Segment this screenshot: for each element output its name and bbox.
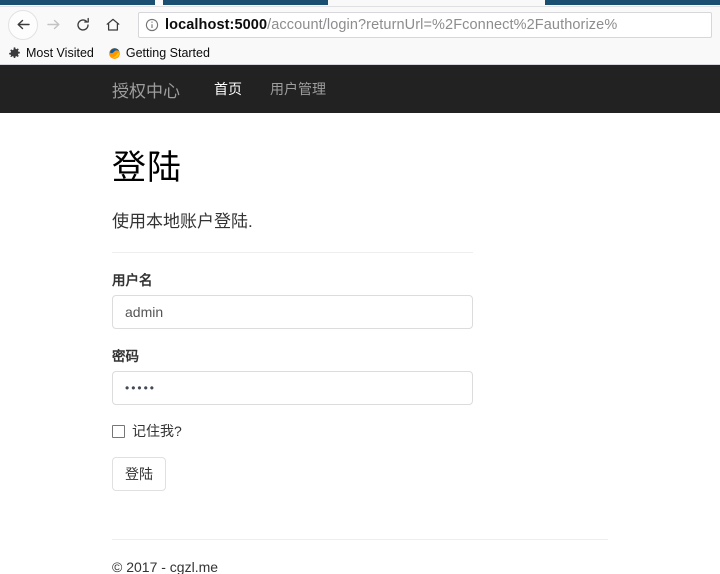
reload-icon: [75, 17, 91, 33]
reload-button[interactable]: [68, 10, 98, 40]
bookmark-label: Most Visited: [26, 46, 94, 60]
firefox-icon: [108, 47, 121, 60]
back-arrow-icon: [15, 16, 32, 33]
footer-copyright: © 2017 - cgzl.me: [112, 559, 219, 574]
page-viewport: 授权中心 首页 用户管理 登陆 使用本地账户登陆. 用户名 密码 记住我? 登陆…: [0, 65, 720, 574]
login-submit-button[interactable]: 登陆: [112, 457, 166, 491]
address-bar[interactable]: localhost:5000/account/login?returnUrl=%…: [138, 11, 712, 38]
gear-icon: [8, 46, 21, 60]
browser-chrome: localhost:5000/account/login?returnUrl=%…: [0, 0, 720, 65]
bookmark-label: Getting Started: [125, 46, 210, 60]
nav-link-home[interactable]: 首页: [214, 79, 242, 99]
tab-indicator[interactable]: [0, 0, 155, 5]
tab-strip[interactable]: [0, 0, 720, 7]
back-button[interactable]: [8, 9, 38, 40]
home-button[interactable]: [98, 10, 128, 40]
remember-me-row: 记住我?: [112, 421, 608, 441]
bookmark-most-visited[interactable]: Most Visited: [8, 46, 94, 60]
password-input[interactable]: [112, 371, 473, 405]
url-path: /account/login?returnUrl=%2Fconnect%2Fau…: [267, 16, 618, 33]
nav-link-user-management[interactable]: 用户管理: [270, 79, 326, 99]
bookmark-getting-started[interactable]: Getting Started: [108, 46, 210, 60]
forward-button: [38, 10, 68, 40]
password-label: 密码: [112, 349, 139, 364]
tab-indicator[interactable]: [545, 0, 720, 5]
forward-arrow-icon: [45, 16, 62, 33]
footer-spacer: [112, 491, 608, 519]
page-subtitle: 使用本地账户登陆.: [112, 212, 253, 231]
site-navbar: 授权中心 首页 用户管理: [0, 65, 720, 113]
bookmarks-bar: Most Visited Getting Started: [0, 42, 720, 65]
address-bar-text: localhost:5000/account/login?returnUrl=%…: [165, 17, 617, 33]
page-title: 登陆: [112, 149, 182, 187]
tab-indicator[interactable]: [163, 0, 328, 5]
navbar-brand[interactable]: 授权中心: [112, 77, 180, 102]
navigation-toolbar: localhost:5000/account/login?returnUrl=%…: [0, 7, 720, 42]
username-form-group: 用户名: [112, 269, 608, 329]
home-icon: [105, 17, 121, 33]
main-content: 登陆 使用本地账户登陆. 用户名 密码 记住我? 登陆 © 2017 - cgz…: [0, 140, 720, 574]
section-divider: [112, 252, 473, 253]
remember-me-label[interactable]: 记住我?: [132, 421, 182, 441]
username-input[interactable]: [112, 295, 473, 329]
username-label: 用户名: [112, 273, 153, 288]
remember-me-checkbox[interactable]: [112, 424, 125, 438]
password-form-group: 密码: [112, 345, 608, 405]
info-circle-icon[interactable]: [145, 18, 159, 32]
login-form: 用户名 密码 记住我? 登陆: [112, 269, 608, 491]
footer-divider: [112, 539, 608, 540]
url-host: localhost:5000: [165, 16, 268, 33]
